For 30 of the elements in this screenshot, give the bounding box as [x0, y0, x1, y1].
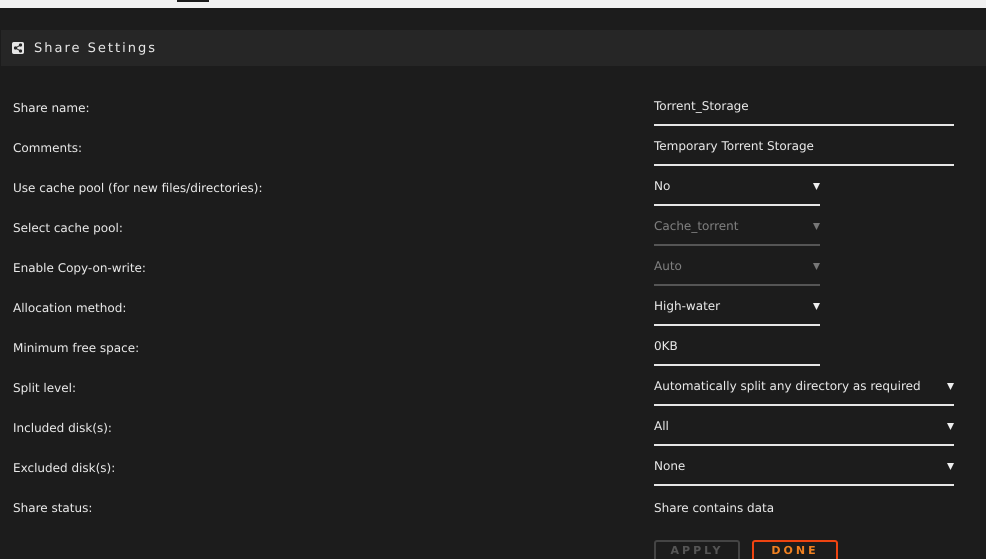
status-text: Share contains data [654, 500, 774, 516]
field-label: Allocation method: [13, 300, 128, 316]
caret-icon [947, 462, 954, 470]
caret-icon [813, 302, 820, 310]
input-field[interactable]: Temporary Torrent Storage [654, 132, 954, 166]
field-label: Split level: [13, 380, 77, 396]
dropdown[interactable]: High-water [654, 292, 820, 326]
dropdown[interactable]: None [654, 452, 954, 486]
field-label: Comments: [13, 140, 84, 156]
section-title: Share Settings [34, 40, 157, 56]
field-label: Share status: [13, 500, 94, 516]
caret-icon [813, 222, 820, 230]
field-label: Included disk(s): [13, 420, 113, 436]
input-field[interactable]: Torrent_Storage [654, 92, 954, 126]
field-label: Excluded disk(s): [13, 460, 116, 476]
caret-icon [813, 182, 820, 190]
caret-icon [813, 262, 820, 270]
share-icon [12, 42, 24, 54]
dropdown[interactable]: All [654, 412, 954, 446]
field-label: Select cache pool: [13, 220, 124, 236]
field-label: Use cache pool (for new files/directories): [13, 180, 264, 196]
field-label: Minimum free space: [13, 340, 140, 356]
field-label: Share name: [13, 100, 91, 116]
done-button[interactable]: DONE [752, 540, 838, 559]
caret-icon [947, 422, 954, 430]
input-field[interactable]: 0KB [654, 332, 820, 366]
caret-icon [947, 382, 954, 390]
dropdown[interactable]: Automatically split any directory as required [654, 372, 954, 406]
field-label: Enable Copy-on-write: [13, 260, 147, 276]
dropdown[interactable]: No [654, 172, 820, 206]
